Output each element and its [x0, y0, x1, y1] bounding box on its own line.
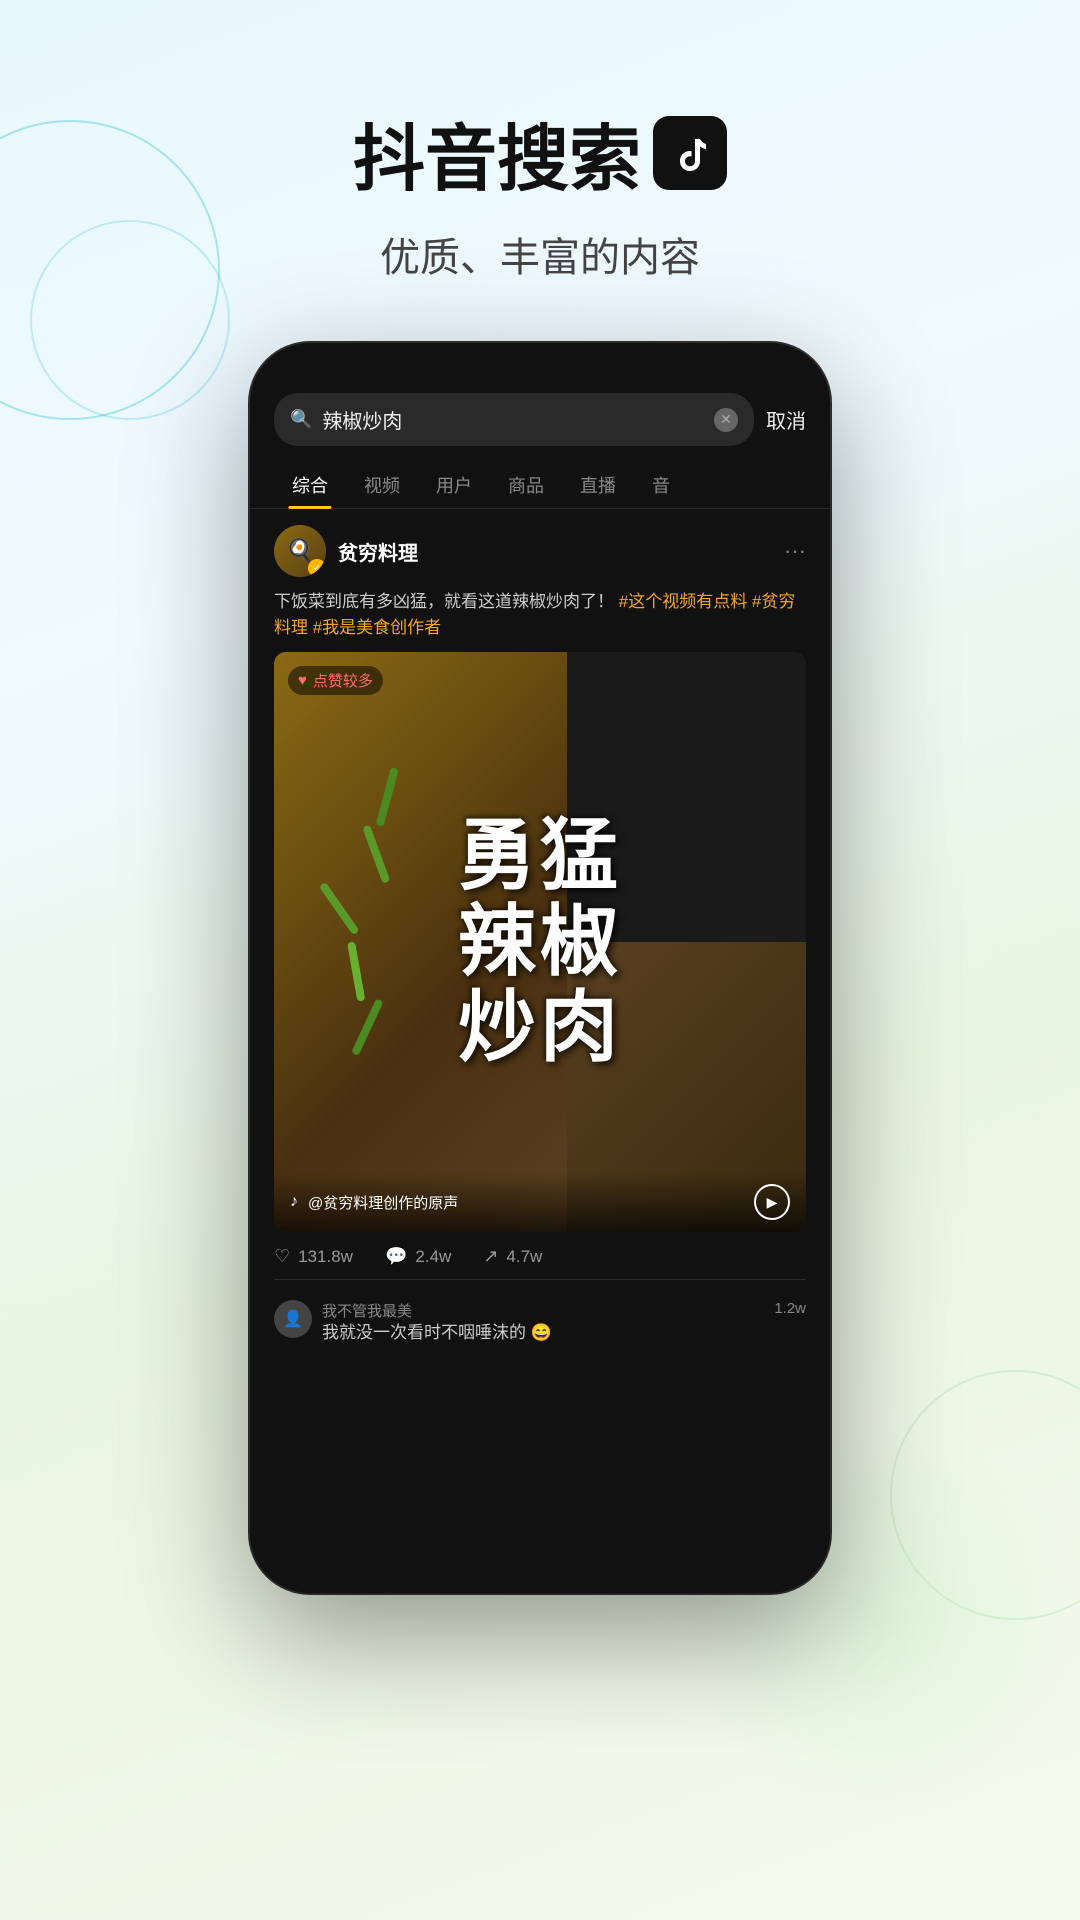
tab-comprehensive[interactable]: 综合 — [274, 462, 346, 508]
search-input-wrapper[interactable]: 🔍 辣椒炒肉 ✕ — [274, 393, 754, 446]
phone-mockup: 🔍 辣椒炒肉 ✕ 取消 综合 视频 用户 商品 — [250, 343, 830, 1593]
tiktok-logo-icon — [653, 116, 727, 190]
comment-section: 👤 我不管我最美 我就没一次看时不咽唾沫的 😄 1.2w — [274, 1280, 806, 1353]
video-bottom-bar: ♪ @贫穷料理创作的原声 ▶ — [274, 1172, 806, 1232]
play-button[interactable]: ▶ — [754, 1184, 790, 1220]
heart-icon: ♥ — [298, 672, 307, 689]
stat-comments[interactable]: 💬 2.4w — [385, 1246, 451, 1267]
post-text: 下饭菜到底有多凶猛，就看这道辣椒炒肉了！ #这个视频有点料 #贫穷料理 #我是美… — [274, 589, 806, 640]
more-options-button[interactable]: ··· — [784, 538, 806, 564]
video-title-text: 勇猛辣椒炒肉 — [458, 813, 622, 1070]
like-count: 131.8w — [298, 1247, 353, 1267]
tab-audio[interactable]: 音 — [634, 462, 688, 508]
comment-icon: 💬 — [385, 1246, 407, 1267]
stat-likes[interactable]: ♡ 131.8w — [274, 1246, 353, 1267]
tab-user[interactable]: 用户 — [418, 462, 490, 508]
tab-product[interactable]: 商品 — [490, 462, 562, 508]
main-title-text: 抖音搜索 — [353, 100, 641, 205]
audio-label: @贫穷料理创作的原声 — [308, 1192, 744, 1213]
video-card[interactable]: ♥ 点赞较多 — [274, 652, 806, 1232]
comment-text: 我就没一次看时不咽唾沫的 😄 — [322, 1321, 764, 1345]
avatar: 🍳 ✓ — [274, 525, 326, 577]
comment-like-count: 1.2w — [774, 1300, 806, 1317]
subtitle-text: 优质、丰富的内容 — [0, 225, 1080, 283]
tab-video[interactable]: 视频 — [346, 462, 418, 508]
phone-screen: 🔍 辣椒炒肉 ✕ 取消 综合 视频 用户 商品 — [250, 343, 830, 1593]
tab-live[interactable]: 直播 — [562, 462, 634, 508]
tab-bar: 综合 视频 用户 商品 直播 音 — [250, 462, 830, 509]
video-overlay: 勇猛辣椒炒肉 — [274, 652, 806, 1232]
main-title-container: 抖音搜索 — [0, 100, 1080, 205]
phone-container: 🔍 辣椒炒肉 ✕ 取消 综合 视频 用户 商品 — [0, 343, 1080, 1593]
share-count: 4.7w — [506, 1247, 542, 1267]
post-main-text: 下饭菜到底有多凶猛，就看这道辣椒炒肉了！ — [274, 592, 614, 611]
phone-notch — [480, 343, 600, 371]
stats-bar: ♡ 131.8w 💬 2.4w ↗ 4.7w — [274, 1232, 806, 1280]
comment-content: 我不管我最美 我就没一次看时不咽唾沫的 😄 — [322, 1300, 764, 1345]
user-card: 🍳 ✓ 贫穷料理 ··· — [274, 525, 806, 577]
stat-shares[interactable]: ↗ 4.7w — [483, 1246, 542, 1267]
cancel-search-button[interactable]: 取消 — [766, 405, 806, 434]
content-area: 🍳 ✓ 贫穷料理 ··· 下饭菜到底有多凶猛，就看这道辣椒炒肉了！ #这个视频有… — [250, 509, 830, 1369]
username-label: 贫穷料理 — [338, 537, 418, 566]
header-section: 抖音搜索 优质、丰富的内容 — [0, 0, 1080, 283]
share-icon: ↗ — [483, 1246, 498, 1267]
video-badge: ♥ 点赞较多 — [288, 666, 383, 695]
comment-item: 👤 我不管我最美 我就没一次看时不咽唾沫的 😄 1.2w — [274, 1292, 806, 1353]
tiktok-small-icon: ♪ — [290, 1193, 298, 1211]
comment-username: 我不管我最美 — [322, 1300, 764, 1321]
verified-badge: ✓ — [308, 559, 326, 577]
comment-count: 2.4w — [415, 1247, 451, 1267]
badge-text: 点赞较多 — [313, 670, 373, 691]
clear-search-button[interactable]: ✕ — [714, 408, 738, 432]
search-icon: 🔍 — [290, 409, 312, 430]
search-query-text: 辣椒炒肉 — [322, 405, 704, 434]
like-icon: ♡ — [274, 1246, 290, 1267]
comment-avatar: 👤 — [274, 1300, 312, 1338]
